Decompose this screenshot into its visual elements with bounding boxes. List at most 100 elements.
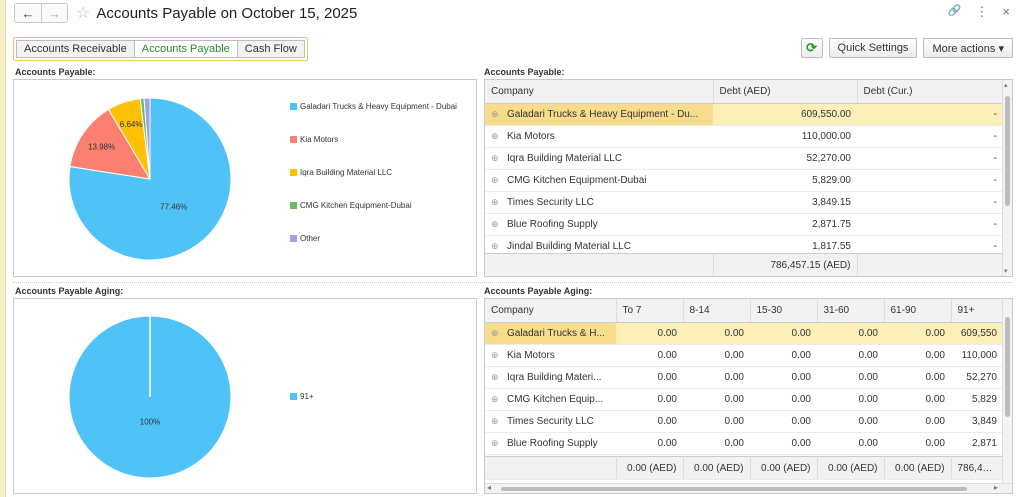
aging-value-cell: 609,550 bbox=[951, 322, 1003, 345]
company-cell[interactable]: ⊕ Blue Roofing Supply bbox=[485, 432, 616, 455]
company-name: Kia Motors bbox=[507, 130, 555, 142]
legend-item-cmg-kitchen-equipment-dubai[interactable]: CMG Kitchen Equipment-Dubai bbox=[290, 201, 460, 210]
expand-icon[interactable]: ⊕ bbox=[491, 394, 501, 405]
company-cell[interactable]: ⊕ Iqra Building Material LLC bbox=[485, 147, 713, 170]
tab-cash-flow[interactable]: Cash Flow bbox=[237, 40, 305, 58]
company-cell[interactable]: ⊕ Galadari Trucks & Heavy Equipment - Du.… bbox=[485, 103, 713, 126]
scroll-down-icon[interactable]: ▾ bbox=[1004, 267, 1008, 275]
aging-table-title: Accounts Payable Aging: bbox=[484, 286, 593, 296]
expand-icon[interactable]: ⊕ bbox=[491, 416, 501, 427]
aging-chart-panel: 100% 91+ bbox=[13, 298, 477, 494]
company-name: CMG Kitchen Equipment-Dubai bbox=[507, 174, 647, 186]
scroll-up-icon[interactable]: ▴ bbox=[1004, 81, 1008, 89]
expand-icon[interactable]: ⊕ bbox=[491, 197, 501, 208]
column-header-debt-cur[interactable]: Debt (Cur.) bbox=[857, 80, 1004, 104]
expand-icon[interactable]: ⊕ bbox=[491, 438, 501, 449]
aging-total-cell: 0.00 (AED) bbox=[750, 456, 818, 480]
expand-icon[interactable]: ⊕ bbox=[491, 328, 501, 339]
tab-accounts-payable[interactable]: Accounts Payable bbox=[134, 40, 238, 58]
debt-aed-cell: 3,849.15 bbox=[713, 191, 857, 214]
legend-swatch bbox=[290, 235, 297, 242]
company-cell[interactable]: ⊕ CMG Kitchen Equipment-Dubai bbox=[485, 169, 713, 192]
expand-icon[interactable]: ⊕ bbox=[491, 153, 501, 164]
expand-icon[interactable]: ⊕ bbox=[491, 241, 501, 252]
table-row[interactable]: ⊕ Iqra Building Materi... 0.00 0.00 0.00 0.00… bbox=[485, 366, 1003, 389]
expand-icon[interactable]: ⊕ bbox=[491, 350, 501, 361]
aging-value-cell: 3,849 bbox=[951, 410, 1003, 433]
refresh-button[interactable]: ⟳ bbox=[800, 38, 823, 58]
legend-item-iqra-building-material-llc[interactable]: Iqra Building Material LLC bbox=[290, 168, 460, 177]
table-row[interactable]: ⊕ Blue Roofing Supply 0.00 0.00 0.00 0.00 0.00… bbox=[485, 432, 1003, 455]
column-header-company[interactable]: Company bbox=[485, 80, 714, 104]
expand-icon[interactable]: ⊕ bbox=[491, 109, 501, 120]
table-row[interactable]: ⊕ CMG Kitchen Equip... 0.00 0.00 0.00 0.00 0.0… bbox=[485, 388, 1003, 411]
aging-value-cell: 0.00 bbox=[884, 322, 951, 345]
ap-table-panel: Company Debt (AED) Debt (Cur.) ⊕ Galadari… bbox=[484, 79, 1013, 277]
table-row[interactable]: ⊕ Kia Motors 0.00 0.00 0.00 0.00 0.00 110,000 bbox=[485, 344, 1003, 367]
star-icon[interactable]: ☆ bbox=[76, 3, 90, 23]
aging-total-cell: 0.00 (AED) bbox=[817, 456, 885, 480]
forward-button[interactable]: → bbox=[41, 4, 67, 22]
table-row[interactable]: ⊕ Iqra Building Material LLC 52,270.00- bbox=[485, 147, 1003, 170]
column-header-company[interactable]: Company bbox=[485, 299, 617, 323]
tab-accounts-receivable[interactable]: Accounts Receivable bbox=[16, 40, 135, 58]
expand-icon[interactable]: ⊕ bbox=[491, 175, 501, 186]
back-button[interactable]: ← bbox=[15, 4, 41, 22]
debt-aed-cell: 5,829.00 bbox=[713, 169, 857, 192]
expand-icon[interactable]: ⊕ bbox=[491, 372, 501, 383]
link-icon[interactable]: 🔗 bbox=[948, 4, 962, 20]
ap-table-vertical-scrollbar[interactable]: ▴ ▾ bbox=[1002, 80, 1012, 276]
company-cell[interactable]: ⊕ Blue Roofing Supply bbox=[485, 213, 713, 236]
company-cell[interactable]: ⊕ Times Security LLC bbox=[485, 410, 616, 433]
aging-table-vertical-scrollbar[interactable] bbox=[1002, 299, 1012, 483]
column-header-debt-aed[interactable]: Debt (AED) bbox=[713, 80, 858, 104]
more-actions-button[interactable]: More actions ▾ bbox=[923, 38, 1013, 58]
table-row[interactable]: ⊕ Galadari Trucks & Heavy Equipment - Du.… bbox=[485, 103, 1003, 126]
table-row[interactable]: ⊕ Galadari Trucks & H... 0.00 0.00 0.00 0.00 0… bbox=[485, 322, 1003, 345]
company-cell[interactable]: ⊕ Kia Motors bbox=[485, 344, 616, 367]
expand-icon[interactable]: ⊕ bbox=[491, 219, 501, 230]
column-header-8-14[interactable]: 8-14 bbox=[683, 299, 751, 323]
page-title: Accounts Payable on October 15, 2025 bbox=[96, 4, 358, 22]
column-header-61-90[interactable]: 61-90 bbox=[884, 299, 952, 323]
company-cell[interactable]: ⊕ Kia Motors bbox=[485, 125, 713, 148]
table-row[interactable]: ⊕ Blue Roofing Supply 2,871.75- bbox=[485, 213, 1003, 236]
table-row[interactable]: ⊕ Times Security LLC 0.00 0.00 0.00 0.00 0.00 3… bbox=[485, 410, 1003, 433]
company-cell[interactable]: ⊕ CMG Kitchen Equip... bbox=[485, 388, 616, 411]
ap-chart-panel: 77.46% 13.98% 6.64% Galadari Trucks & Heav… bbox=[13, 79, 477, 277]
aging-table-horizontal-scrollbar[interactable]: ◂ ▸ bbox=[485, 483, 1012, 493]
debt-cur-cell: - bbox=[857, 191, 1003, 214]
legend-label: CMG Kitchen Equipment-Dubai bbox=[300, 201, 412, 210]
company-cell[interactable]: ⊕ Iqra Building Materi... bbox=[485, 366, 616, 389]
column-header-91-plus[interactable]: 91+ bbox=[951, 299, 1004, 323]
aging-value-cell: 52,270 bbox=[951, 366, 1003, 389]
aging-table-scroll-thumb[interactable] bbox=[1005, 317, 1010, 417]
window-left-edge bbox=[0, 0, 6, 497]
legend-item-galadari-trucks-heavy-equipment-dubai[interactable]: Galadari Trucks & Heavy Equipment - Duba… bbox=[290, 102, 460, 111]
company-cell[interactable]: ⊕ Galadari Trucks & H... bbox=[485, 322, 616, 345]
company-cell[interactable]: ⊕ Times Security LLC bbox=[485, 191, 713, 214]
debt-cur-cell: - bbox=[857, 213, 1003, 236]
scroll-left-icon[interactable]: ◂ bbox=[487, 483, 491, 492]
table-row[interactable]: ⊕ Times Security LLC 3,849.15- bbox=[485, 191, 1003, 214]
legend-item-kia-motors[interactable]: Kia Motors bbox=[290, 135, 460, 144]
ap-table-scroll-thumb[interactable] bbox=[1005, 96, 1010, 206]
column-header-15-30[interactable]: 15-30 bbox=[750, 299, 818, 323]
column-header-to-7[interactable]: To 7 bbox=[616, 299, 684, 323]
quick-settings-button[interactable]: Quick Settings bbox=[828, 38, 918, 58]
aging-table-panel: Company To 7 8-14 15-30 31-60 61-90 91+ … bbox=[484, 298, 1013, 494]
expand-icon[interactable]: ⊕ bbox=[491, 131, 501, 142]
table-row[interactable]: ⊕ CMG Kitchen Equipment-Dubai 5,829.00- bbox=[485, 169, 1003, 192]
legend-item-91[interactable]: 91+ bbox=[290, 392, 460, 401]
column-header-31-60[interactable]: 31-60 bbox=[817, 299, 885, 323]
aging-total-cell: 0.00 (AED) bbox=[616, 456, 684, 480]
pie-data-label: 77.46% bbox=[160, 203, 187, 212]
table-row[interactable]: ⊕ Kia Motors 110,000.00- bbox=[485, 125, 1003, 148]
scroll-right-icon[interactable]: ▸ bbox=[994, 483, 998, 492]
aging-table-h-scroll-thumb[interactable] bbox=[501, 487, 967, 491]
aging-value-cell: 0.00 bbox=[683, 432, 750, 455]
close-icon[interactable]: × bbox=[1002, 4, 1010, 20]
aging-total-row: 0.00 (AED) 0.00 (AED) 0.00 (AED) 0.00 (AED)… bbox=[485, 456, 1004, 480]
legend-item-other[interactable]: Other bbox=[290, 234, 460, 243]
more-vertical-icon[interactable]: ⋮ bbox=[975, 4, 988, 20]
